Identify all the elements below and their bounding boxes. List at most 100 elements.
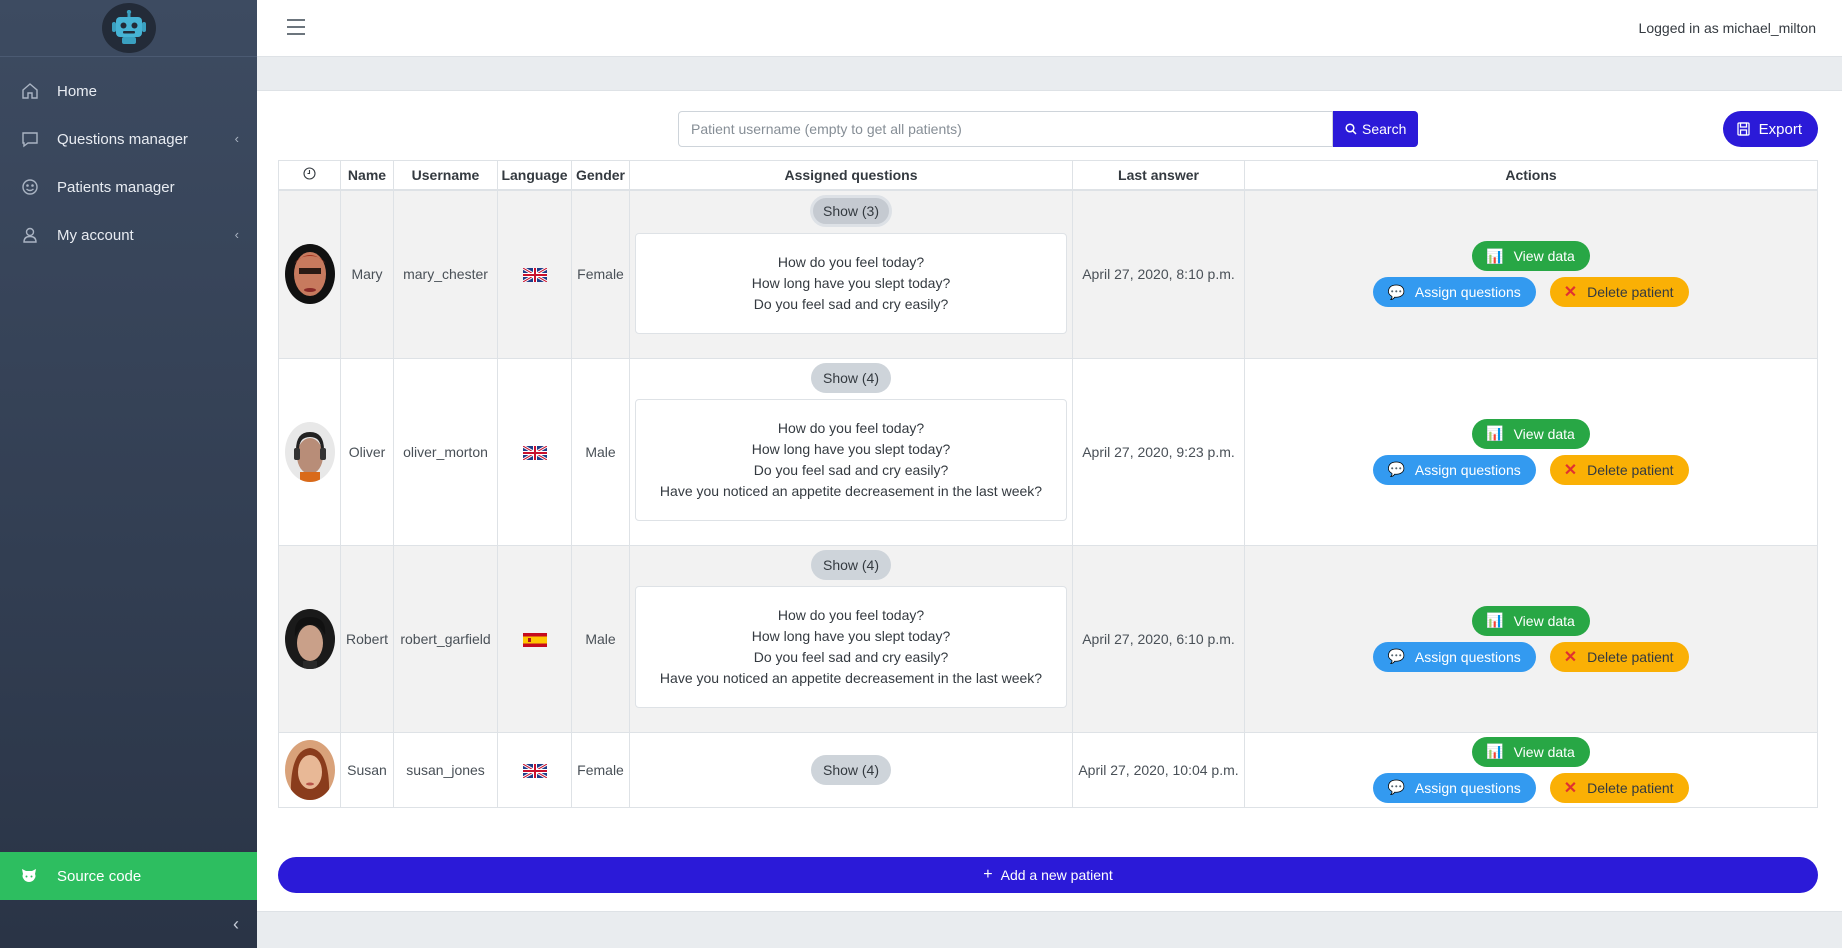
collapse-sidebar-icon[interactable]: ‹ <box>233 914 239 935</box>
table-row: Oliver oliver_morton Male Show (4) How d… <box>278 357 1818 546</box>
column-header-username[interactable]: Username <box>393 160 498 190</box>
patient-name: Mary <box>340 189 394 359</box>
assign-questions-label: Assign questions <box>1414 779 1521 796</box>
assign-questions-label: Assign questions <box>1414 461 1521 478</box>
avatar <box>284 421 335 482</box>
export-button[interactable]: Export <box>1722 111 1818 147</box>
sidebar-item-home[interactable]: Home <box>0 67 257 115</box>
patient-name: Susan <box>340 731 394 808</box>
show-questions-button[interactable]: Show (4) <box>810 549 892 580</box>
delete-patient-label: Delete patient <box>1587 461 1674 478</box>
view-data-button[interactable]: 📊 View data <box>1472 241 1590 271</box>
view-data-button[interactable]: 📊 View data <box>1472 418 1590 449</box>
smile-icon <box>20 177 40 197</box>
delete-patient-label: Delete patient <box>1587 779 1674 796</box>
cross-icon: ✕ <box>1563 779 1578 797</box>
sidebar: Home Questions manager ‹ Patients manage… <box>0 0 257 948</box>
last-answer: April 27, 2020, 10:04 p.m. <box>1072 731 1245 808</box>
assign-questions-button[interactable]: 💬 Assign questions <box>1373 772 1536 803</box>
robot-logo-icon[interactable] <box>101 3 156 53</box>
avatar <box>284 244 335 304</box>
search-input[interactable] <box>678 111 1333 147</box>
user-icon <box>20 225 40 245</box>
source-code-label: Source code <box>57 867 142 885</box>
column-header-last-answer[interactable]: Last answer <box>1072 160 1245 190</box>
patient-gender: Female <box>571 189 630 359</box>
cross-icon: ✕ <box>1563 284 1578 301</box>
view-data-label: View data <box>1513 743 1575 760</box>
actions-cell: 📊 View data 💬 Assign questions ✕ Delete pat… <box>1244 544 1818 733</box>
avatar-cell <box>278 189 341 359</box>
assign-questions-button[interactable]: 💬 Assign questions <box>1373 277 1536 307</box>
questions-list: How do you feel today? How long have you… <box>635 398 1067 521</box>
view-data-button[interactable]: 📊 View data <box>1472 605 1590 636</box>
export-button-label: Export <box>1758 120 1802 138</box>
question-item: How do you feel today? <box>777 419 925 436</box>
sidebar-item-my-account[interactable]: My account ‹ <box>0 211 257 259</box>
delete-patient-button[interactable]: ✕ Delete patient <box>1549 772 1689 803</box>
save-icon <box>1736 122 1750 136</box>
column-header-actions: Actions <box>1244 160 1818 190</box>
search-icon <box>1345 123 1357 135</box>
chevron-left-icon: ‹ <box>234 131 239 146</box>
last-answer: April 27, 2020, 8:10 p.m. <box>1072 189 1245 359</box>
uk-flag-icon <box>521 444 548 461</box>
questions-list: How do you feel today? How long have you… <box>635 232 1067 334</box>
delete-patient-button[interactable]: ✕ Delete patient <box>1549 641 1689 672</box>
show-questions-button[interactable]: Show (4) <box>810 754 892 785</box>
sidebar-nav: Home Questions manager ‹ Patients manage… <box>0 57 257 259</box>
chart-icon: 📊 <box>1486 612 1504 628</box>
patients-table: Name Username Language Gender Assigned q… <box>278 160 1818 808</box>
question-item: Do you feel sad and cry easily? <box>753 461 949 478</box>
question-item: Have you noticed an appetite decreasemen… <box>659 482 1043 499</box>
column-header-language[interactable]: Language <box>497 160 572 190</box>
delete-patient-button[interactable]: ✕ Delete patient <box>1549 454 1689 485</box>
view-data-button[interactable]: 📊 View data <box>1472 736 1590 767</box>
assign-questions-label: Assign questions <box>1414 648 1521 665</box>
sidebar-item-questions-manager[interactable]: Questions manager ‹ <box>0 115 257 163</box>
cross-icon: ✕ <box>1563 461 1578 479</box>
plus-icon: + <box>983 866 993 883</box>
patient-gender: Female <box>571 731 630 808</box>
hamburger-menu-icon[interactable] <box>287 19 305 35</box>
language-cell <box>497 357 572 546</box>
column-header-gender[interactable]: Gender <box>571 160 630 190</box>
language-cell <box>497 731 572 808</box>
sidebar-item-label: My account <box>57 226 134 244</box>
patient-username: mary_chester <box>393 189 498 359</box>
patients-card: Search Export Name Username Language Gen… <box>257 90 1842 912</box>
actions-cell: 📊 View data 💬 Assign questions ✕ Delete pat… <box>1244 357 1818 546</box>
view-data-label: View data <box>1513 248 1575 264</box>
assigned-questions-cell: Show (4) <box>629 731 1073 808</box>
delete-patient-button[interactable]: ✕ Delete patient <box>1549 277 1689 307</box>
questions-list: How do you feel today? How long have you… <box>635 585 1067 708</box>
actions-cell: 📊 View data 💬 Assign questions ✕ Delete pat… <box>1244 731 1818 808</box>
avatar-cell <box>278 731 341 808</box>
column-header-name[interactable]: Name <box>340 160 394 190</box>
source-code-link[interactable]: Source code <box>0 852 257 900</box>
table-row: Robert robert_garfield Male Show (4) How… <box>278 544 1818 733</box>
sidebar-item-label: Patients manager <box>57 178 175 196</box>
assigned-questions-cell: Show (4) How do you feel today? How long… <box>629 357 1073 546</box>
search-button[interactable]: Search <box>1333 111 1419 147</box>
speech-bubble-icon: 💬 <box>1387 779 1405 795</box>
question-item: How long have you slept today? <box>751 627 951 644</box>
avatar <box>284 608 335 669</box>
column-header-assigned-questions[interactable]: Assigned questions <box>629 160 1073 190</box>
assign-questions-button[interactable]: 💬 Assign questions <box>1373 641 1536 672</box>
language-cell <box>497 189 572 359</box>
table-header-row: Name Username Language Gender Assigned q… <box>278 160 1818 190</box>
cross-icon: ✕ <box>1563 648 1578 666</box>
add-patient-button[interactable]: + Add a new patient <box>278 857 1818 893</box>
show-questions-button[interactable]: Show (4) <box>810 362 892 393</box>
language-cell <box>497 544 572 733</box>
home-icon <box>20 81 40 101</box>
avatar-cell <box>278 357 341 546</box>
assign-questions-button[interactable]: 💬 Assign questions <box>1373 454 1536 485</box>
clock-icon <box>303 167 316 180</box>
patient-username: susan_jones <box>393 731 498 808</box>
search-bar: Search <box>678 111 1419 147</box>
chat-icon <box>20 129 40 149</box>
sidebar-item-patients-manager[interactable]: Patients manager <box>0 163 257 211</box>
show-questions-button[interactable]: Show (3) <box>809 194 893 227</box>
